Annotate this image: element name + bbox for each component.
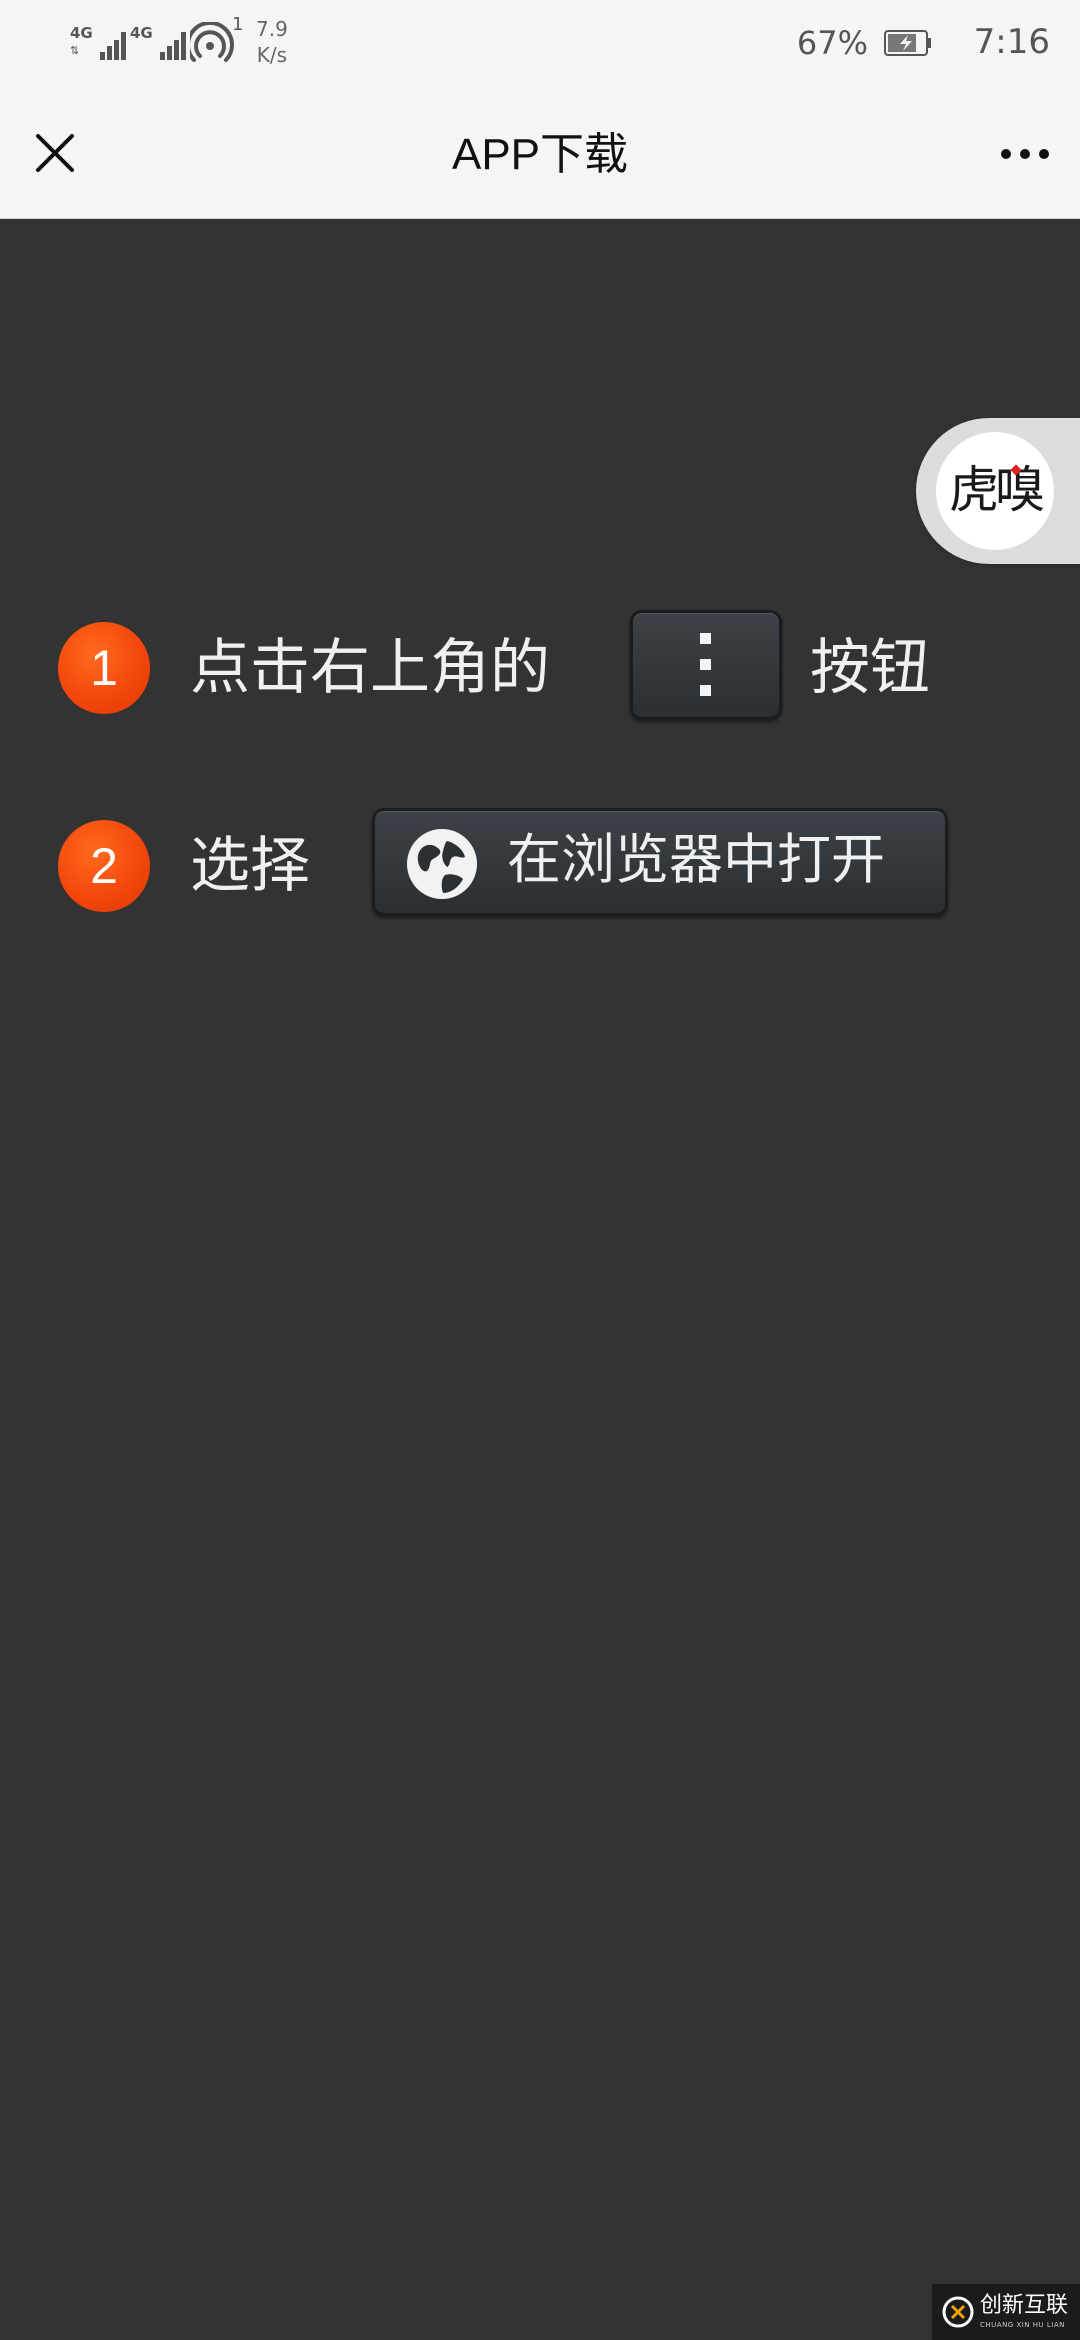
page-title: APP下载 bbox=[451, 130, 629, 179]
watermark-title: 创新互联 bbox=[980, 2293, 1069, 2318]
open-in-browser-label: 在浏览器中打开 bbox=[507, 828, 885, 891]
battery-charging-icon bbox=[884, 30, 931, 56]
network-type-label: 4G bbox=[70, 24, 93, 42]
logo: 虎嗅 bbox=[936, 432, 1054, 550]
close-button[interactable] bbox=[22, 120, 88, 186]
app-screen: 4G ⇅ 4G 1 7.9 K/s 67% 7:16 APP下载 虎嗅 1 点击… bbox=[0, 0, 1080, 2340]
title-bar: APP下载 bbox=[0, 92, 1080, 219]
step-text: 点击右上角的 bbox=[190, 633, 550, 703]
clock: 7:16 bbox=[973, 22, 1050, 62]
close-icon bbox=[36, 134, 74, 172]
step-text: 选择 bbox=[190, 831, 310, 901]
data-arrows-icon: ⇅ bbox=[70, 44, 80, 57]
more-dots-icon bbox=[1001, 149, 1049, 159]
globe-icon bbox=[407, 829, 477, 899]
watermark-subtitle: CHUANG XIN HU LIAN bbox=[980, 2321, 1065, 2329]
instruction-step-2: 2 选择 在浏览器中打开 bbox=[58, 808, 958, 918]
network-type-label: 4G bbox=[130, 24, 153, 42]
speed-value: 7.9 bbox=[256, 17, 288, 41]
speed-unit: K/s bbox=[256, 43, 288, 67]
step-number-badge: 1 bbox=[58, 622, 150, 714]
step-number-badge: 2 bbox=[58, 820, 150, 912]
step-text-after: 按钮 bbox=[810, 633, 930, 703]
instruction-step-1: 1 点击右上角的 按钮 bbox=[58, 610, 958, 720]
menu-button-illustration bbox=[630, 610, 782, 720]
open-in-browser-illustration: 在浏览器中打开 bbox=[372, 808, 948, 916]
floating-logo-tab[interactable]: 虎嗅 bbox=[916, 418, 1080, 564]
hotspot-count: 1 bbox=[232, 14, 244, 35]
watermark: 创新互联 CHUANG XIN HU LIAN bbox=[932, 2284, 1080, 2340]
logo-text: 虎嗅 bbox=[949, 461, 1045, 519]
hotspot-icon bbox=[190, 22, 234, 62]
status-bar: 4G ⇅ 4G 1 7.9 K/s 67% 7:16 bbox=[0, 0, 1080, 92]
brand-logo-icon bbox=[942, 2296, 974, 2328]
network-speed: 7.9 K/s bbox=[256, 16, 288, 68]
more-options-button[interactable] bbox=[992, 124, 1058, 184]
battery-percent: 67% bbox=[796, 24, 868, 62]
vertical-dots-icon bbox=[700, 633, 712, 697]
